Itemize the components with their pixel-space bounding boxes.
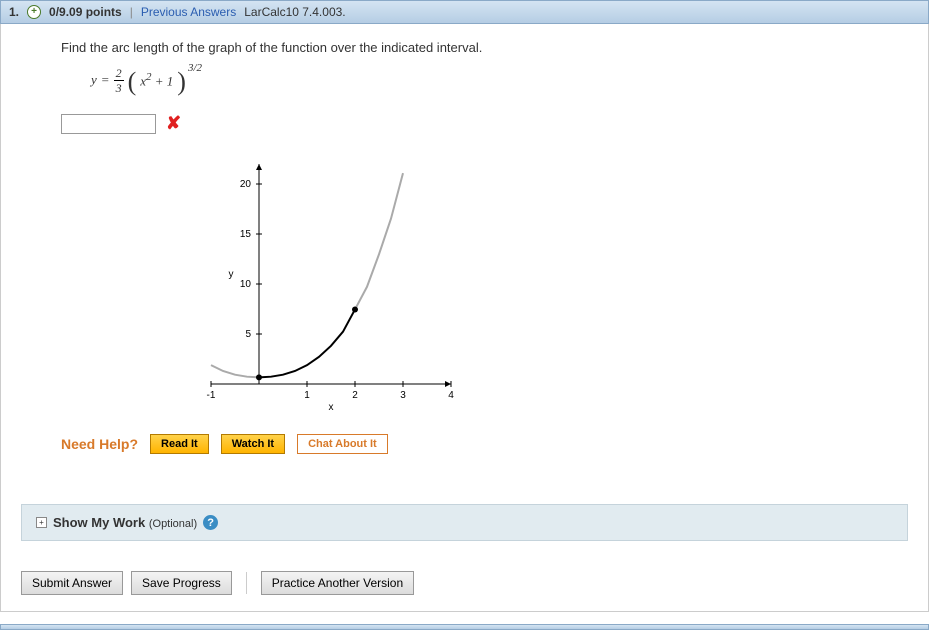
- read-it-button[interactable]: Read It: [150, 434, 209, 454]
- eq-lhs: y: [91, 72, 97, 88]
- svg-text:2: 2: [352, 390, 358, 401]
- function-graph: -1 1 2 3 4 5 10 15 20 x y: [161, 154, 461, 414]
- svg-text:1: 1: [304, 390, 310, 401]
- svg-text:-1: -1: [207, 390, 216, 401]
- svg-text:y: y: [229, 269, 234, 280]
- svg-text:15: 15: [240, 229, 252, 240]
- show-my-work-panel[interactable]: + Show My Work (Optional) ?: [21, 504, 908, 541]
- svg-text:20: 20: [240, 179, 252, 190]
- svg-text:5: 5: [245, 329, 251, 340]
- show-work-subtitle: (Optional): [149, 518, 197, 530]
- need-help-label: Need Help?: [61, 436, 138, 452]
- wrong-icon: ✘: [166, 113, 181, 134]
- question-header: 1. + 0/9.09 points | Previous Answers La…: [0, 0, 929, 24]
- show-work-title: Show My Work: [53, 515, 145, 530]
- practice-another-button[interactable]: Practice Another Version: [261, 571, 414, 595]
- separator: |: [130, 5, 133, 19]
- save-progress-button[interactable]: Save Progress: [131, 571, 232, 595]
- svg-text:3: 3: [400, 390, 406, 401]
- info-icon[interactable]: ?: [203, 515, 218, 530]
- bottom-band: [0, 624, 929, 630]
- chart-area: -1 1 2 3 4 5 10 15 20 x y: [161, 154, 908, 414]
- expand-question-icon[interactable]: +: [27, 5, 41, 19]
- previous-answers-link[interactable]: Previous Answers: [141, 5, 236, 19]
- question-prompt: Find the arc length of the graph of the …: [61, 40, 908, 55]
- chat-about-it-button[interactable]: Chat About It: [297, 434, 388, 454]
- action-row: Submit Answer Save Progress Practice Ano…: [21, 571, 908, 595]
- points-display: 0/9.09 points: [49, 5, 122, 19]
- watch-it-button[interactable]: Watch It: [221, 434, 285, 454]
- question-number: 1.: [9, 5, 19, 19]
- svg-text:10: 10: [240, 279, 252, 290]
- submit-answer-button[interactable]: Submit Answer: [21, 571, 123, 595]
- equation-display: y = 2 3 ( x2 + 1 ) 3/2: [91, 65, 204, 95]
- expand-icon[interactable]: +: [36, 517, 47, 528]
- need-help-row: Need Help? Read It Watch It Chat About I…: [61, 434, 908, 454]
- answer-input[interactable]: [61, 114, 156, 134]
- eq-fraction: 2 3: [114, 67, 124, 94]
- svg-text:x: x: [329, 402, 334, 413]
- svg-text:4: 4: [448, 390, 454, 401]
- question-body: Find the arc length of the graph of the …: [0, 24, 929, 612]
- answer-row: ✘: [61, 113, 908, 134]
- action-divider: [246, 572, 247, 594]
- assignment-id: LarCalc10 7.4.003.: [244, 5, 345, 19]
